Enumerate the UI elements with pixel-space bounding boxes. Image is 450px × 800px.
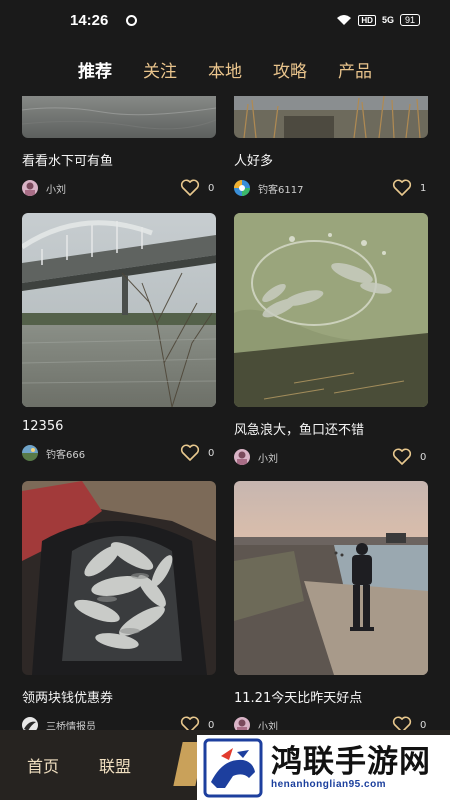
post-image[interactable] [22, 481, 216, 675]
author-name[interactable]: 钓客666 [46, 446, 85, 461]
author-avatar[interactable] [234, 717, 250, 730]
post-title: 11.21今天比昨天好点 [234, 691, 363, 706]
author-avatar[interactable] [22, 180, 38, 196]
post-title: 12356 [22, 419, 64, 434]
post-meta: 钓客666 0 [22, 444, 216, 462]
like-button[interactable]: 0 [180, 716, 216, 730]
like-button[interactable]: 0 [392, 448, 428, 466]
status-time: 14:26 [70, 11, 109, 29]
post-card[interactable]: 11.21今天比昨天好点 小刘 0 [234, 481, 428, 730]
like-count: 0 [208, 447, 215, 459]
like-count: 0 [420, 719, 427, 731]
author-avatar[interactable] [234, 180, 250, 196]
post-title: 风急浪大，鱼口还不错 [234, 423, 365, 438]
site-watermark: 鸿联手游网 henanhonglian95.com [197, 735, 450, 800]
like-count: 1 [420, 182, 427, 194]
heart-icon [180, 444, 200, 461]
post-image[interactable] [234, 213, 428, 407]
status-bar: 14:26 HD 5G 91 [0, 0, 450, 40]
author-avatar[interactable] [22, 445, 38, 461]
post-meta: 小刘 0 [22, 179, 216, 197]
like-button[interactable]: 0 [392, 716, 428, 730]
nav-home[interactable]: 首页 [27, 753, 59, 777]
top-tab-bar: 推荐 关注 本地 攻略 产品 [0, 48, 450, 90]
heart-icon [392, 716, 412, 730]
heart-icon [392, 448, 412, 465]
heart-icon [180, 179, 200, 196]
wifi-icon [337, 15, 352, 25]
heart-icon [392, 179, 412, 196]
post-image[interactable] [22, 213, 216, 407]
author-name[interactable]: 小刘 [46, 181, 66, 196]
tab-local[interactable]: 本地 [208, 57, 242, 82]
nav-league[interactable]: 联盟 [99, 753, 131, 777]
post-card[interactable]: 12356 钓客666 0 [22, 213, 216, 462]
tab-recommend[interactable]: 推荐 [78, 57, 112, 82]
like-button[interactable]: 1 [392, 179, 428, 197]
watermark-title: 鸿联手游网 [271, 744, 431, 780]
post-card[interactable]: 看看水下可有鱼 小刘 0 [22, 96, 216, 197]
post-meta: 小刘 0 [234, 716, 428, 730]
author-name[interactable]: 小刘 [258, 450, 278, 465]
camera-indicator-icon [126, 14, 138, 26]
post-image[interactable] [234, 96, 428, 138]
post-title: 领两块钱优惠券 [22, 691, 114, 706]
like-button[interactable]: 0 [180, 179, 216, 197]
tab-products[interactable]: 产品 [338, 57, 372, 82]
like-count: 0 [208, 719, 215, 731]
watermark-url: henanhonglian95.com [271, 779, 387, 790]
post-card[interactable]: 风急浪大，鱼口还不错 小刘 0 [234, 213, 428, 466]
signal-indicator: 5G [381, 15, 394, 25]
post-image[interactable] [22, 96, 216, 138]
author-name[interactable]: 小刘 [258, 718, 278, 731]
hd-badge: HD [358, 14, 376, 26]
tab-guides[interactable]: 攻略 [273, 57, 307, 82]
author-avatar[interactable] [234, 449, 250, 465]
status-icons: HD 5G 91 [336, 14, 420, 26]
post-meta: 小刘 0 [234, 448, 428, 466]
like-count: 0 [420, 451, 427, 463]
author-name[interactable]: 三桥情报员 [46, 718, 96, 731]
tab-following[interactable]: 关注 [143, 57, 177, 82]
post-title: 人好多 [234, 154, 274, 169]
post-feed[interactable]: 看看水下可有鱼 小刘 0 人好多 钓客6117 1 12356 钓客666 0 … [0, 96, 450, 730]
watermark-logo-icon [203, 738, 263, 797]
post-meta: 三桥情报员 0 [22, 716, 216, 730]
battery-indicator: 91 [399, 14, 420, 26]
like-button[interactable]: 0 [180, 444, 216, 462]
post-meta: 钓客6117 1 [234, 179, 428, 197]
watermark-text: 鸿联手游网 henanhonglian95.com [271, 745, 431, 790]
post-title: 看看水下可有鱼 [22, 154, 114, 169]
post-image[interactable] [234, 481, 428, 675]
author-name[interactable]: 钓客6117 [258, 181, 303, 196]
post-card[interactable]: 人好多 钓客6117 1 [234, 96, 428, 197]
author-avatar[interactable] [22, 717, 38, 730]
like-count: 0 [208, 182, 215, 194]
post-card[interactable]: 领两块钱优惠券 三桥情报员 0 [22, 481, 216, 730]
heart-icon [180, 716, 200, 730]
